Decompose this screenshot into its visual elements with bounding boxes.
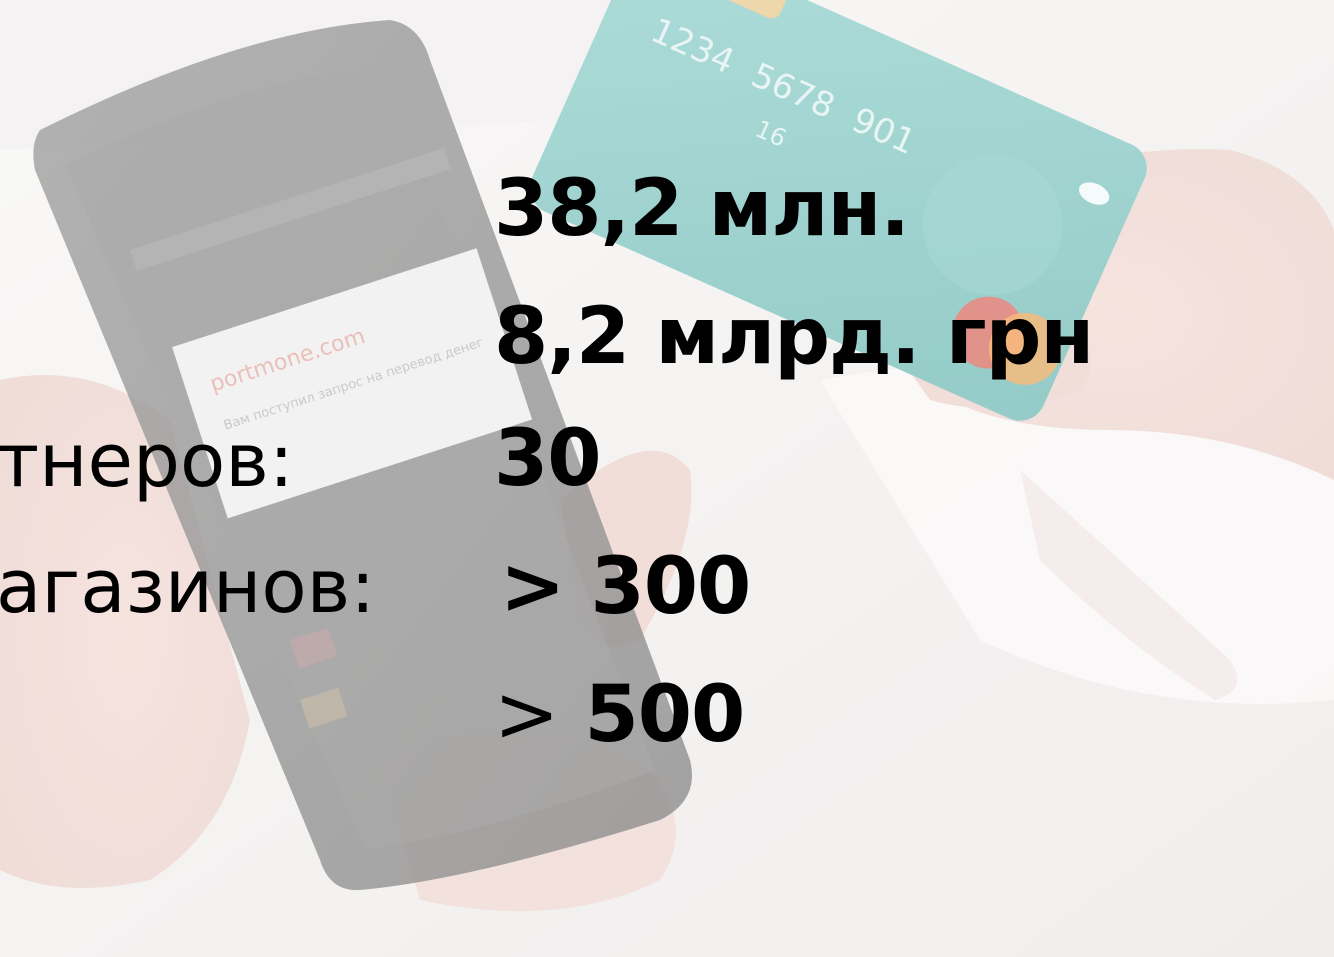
stat-value-4: > 300: [500, 542, 751, 632]
stat-value-2: 8,2 млрд. грн: [494, 292, 1094, 382]
stat-label-partners: тнеров:: [0, 418, 294, 504]
stat-value-3: 30: [494, 414, 602, 504]
stat-value-1: 38,2 млн.: [494, 164, 910, 254]
stats-block: 38,2 млн. 8,2 млрд. грн тнеров: 30 агази…: [0, 0, 1334, 957]
stat-value-5-number: 500: [584, 670, 746, 760]
stat-value-5: > 500: [494, 676, 745, 754]
stat-label-shops: агазинов:: [0, 544, 376, 630]
stat-value-5-prefix: >: [494, 670, 559, 760]
